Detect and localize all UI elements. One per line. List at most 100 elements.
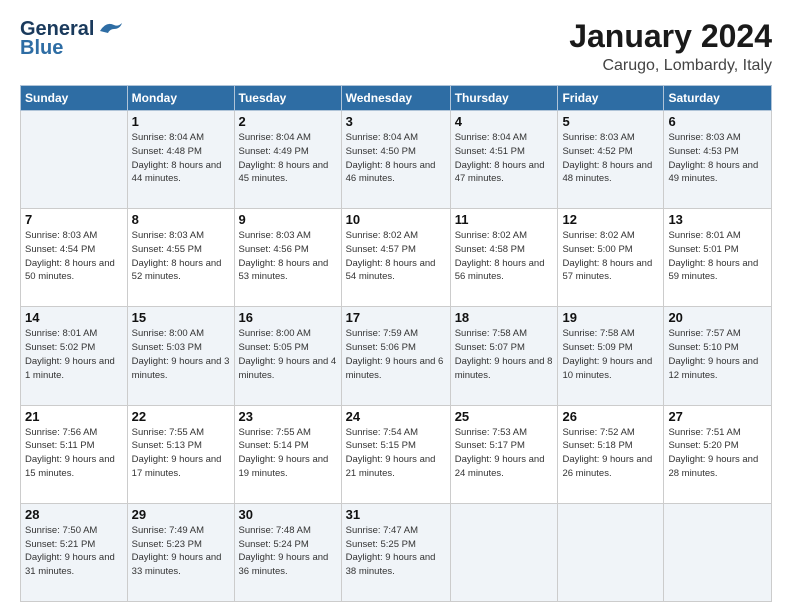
day-number: 17 bbox=[346, 310, 446, 325]
day-detail: Sunrise: 7:56 AMSunset: 5:11 PMDaylight:… bbox=[25, 426, 123, 481]
day-detail: Sunrise: 7:58 AMSunset: 5:09 PMDaylight:… bbox=[562, 327, 659, 382]
table-row: 21 Sunrise: 7:56 AMSunset: 5:11 PMDayligh… bbox=[21, 405, 128, 503]
table-row bbox=[21, 111, 128, 209]
day-number: 4 bbox=[455, 114, 554, 129]
table-row bbox=[664, 503, 772, 601]
calendar-week-row: 7Sunrise: 8:03 AMSunset: 4:54 PMDaylight… bbox=[21, 209, 772, 307]
logo-blue: Blue bbox=[20, 37, 63, 60]
table-row: 22Sunrise: 7:55 AMSunset: 5:13 PMDayligh… bbox=[127, 405, 234, 503]
day-number: 14 bbox=[25, 310, 123, 325]
table-row: 18 Sunrise: 7:58 AMSunset: 5:07 PMDayligh… bbox=[450, 307, 558, 405]
table-row: 28Sunrise: 7:50 AMSunset: 5:21 PMDayligh… bbox=[21, 503, 128, 601]
day-number: 16 bbox=[239, 310, 337, 325]
day-number: 10 bbox=[346, 212, 446, 227]
page-subtitle: Carugo, Lombardy, Italy bbox=[569, 57, 772, 75]
day-number: 5 bbox=[562, 114, 659, 129]
day-number: 24 bbox=[346, 409, 446, 424]
table-row: 19 Sunrise: 7:58 AMSunset: 5:09 PMDayligh… bbox=[558, 307, 664, 405]
table-row: 6Sunrise: 8:03 AMSunset: 4:53 PMDaylight… bbox=[664, 111, 772, 209]
day-number: 2 bbox=[239, 114, 337, 129]
table-row: 4 Sunrise: 8:04 AMSunset: 4:51 PMDaylight… bbox=[450, 111, 558, 209]
day-detail: Sunrise: 8:01 AMSunset: 5:01 PMDaylight:… bbox=[668, 229, 767, 284]
weekday-header-row: Sunday Monday Tuesday Wednesday Thursday… bbox=[21, 86, 772, 111]
header: General Blue January 2024 Carugo, Lombar… bbox=[20, 18, 772, 75]
day-number: 21 bbox=[25, 409, 123, 424]
day-detail: Sunrise: 7:53 AMSunset: 5:17 PMDaylight:… bbox=[455, 426, 554, 481]
day-number: 27 bbox=[668, 409, 767, 424]
table-row: 17 Sunrise: 7:59 AMSunset: 5:06 PMDayligh… bbox=[341, 307, 450, 405]
header-friday: Friday bbox=[558, 86, 664, 111]
day-detail: Sunrise: 8:04 AMSunset: 4:51 PMDaylight:… bbox=[455, 131, 554, 186]
day-number: 31 bbox=[346, 507, 446, 522]
table-row: 7Sunrise: 8:03 AMSunset: 4:54 PMDaylight… bbox=[21, 209, 128, 307]
day-number: 19 bbox=[562, 310, 659, 325]
day-number: 3 bbox=[346, 114, 446, 129]
day-detail: Sunrise: 7:48 AMSunset: 5:24 PMDaylight:… bbox=[239, 524, 337, 579]
day-detail: Sunrise: 7:49 AMSunset: 5:23 PMDaylight:… bbox=[132, 524, 230, 579]
day-detail: Sunrise: 8:03 AMSunset: 4:55 PMDaylight:… bbox=[132, 229, 230, 284]
table-row: 27 Sunrise: 7:51 AMSunset: 5:20 PMDayligh… bbox=[664, 405, 772, 503]
day-detail: Sunrise: 8:01 AMSunset: 5:02 PMDaylight:… bbox=[25, 327, 123, 382]
table-row bbox=[558, 503, 664, 601]
day-number: 18 bbox=[455, 310, 554, 325]
day-detail: Sunrise: 8:04 AMSunset: 4:48 PMDaylight:… bbox=[132, 131, 230, 186]
calendar-week-row: 28Sunrise: 7:50 AMSunset: 5:21 PMDayligh… bbox=[21, 503, 772, 601]
table-row: 26 Sunrise: 7:52 AMSunset: 5:18 PMDayligh… bbox=[558, 405, 664, 503]
table-row: 24 Sunrise: 7:54 AMSunset: 5:15 PMDayligh… bbox=[341, 405, 450, 503]
calendar-page: General Blue January 2024 Carugo, Lombar… bbox=[0, 0, 792, 612]
title-block: January 2024 Carugo, Lombardy, Italy bbox=[569, 18, 772, 75]
day-detail: Sunrise: 8:04 AMSunset: 4:49 PMDaylight:… bbox=[239, 131, 337, 186]
logo: General Blue bbox=[20, 18, 124, 60]
day-detail: Sunrise: 8:02 AMSunset: 4:57 PMDaylight:… bbox=[346, 229, 446, 284]
day-number: 15 bbox=[132, 310, 230, 325]
table-row: 20 Sunrise: 7:57 AMSunset: 5:10 PMDayligh… bbox=[664, 307, 772, 405]
table-row: 10 Sunrise: 8:02 AMSunset: 4:57 PMDayligh… bbox=[341, 209, 450, 307]
calendar-table: Sunday Monday Tuesday Wednesday Thursday… bbox=[20, 85, 772, 602]
table-row: 12 Sunrise: 8:02 AMSunset: 5:00 PMDayligh… bbox=[558, 209, 664, 307]
day-number: 26 bbox=[562, 409, 659, 424]
table-row: 1 Sunrise: 8:04 AMSunset: 4:48 PMDaylight… bbox=[127, 111, 234, 209]
day-detail: Sunrise: 7:59 AMSunset: 5:06 PMDaylight:… bbox=[346, 327, 446, 382]
table-row: 11 Sunrise: 8:02 AMSunset: 4:58 PMDayligh… bbox=[450, 209, 558, 307]
day-detail: Sunrise: 7:51 AMSunset: 5:20 PMDaylight:… bbox=[668, 426, 767, 481]
calendar-week-row: 1 Sunrise: 8:04 AMSunset: 4:48 PMDaylight… bbox=[21, 111, 772, 209]
header-thursday: Thursday bbox=[450, 86, 558, 111]
day-detail: Sunrise: 8:00 AMSunset: 5:03 PMDaylight:… bbox=[132, 327, 230, 382]
header-tuesday: Tuesday bbox=[234, 86, 341, 111]
table-row: 13Sunrise: 8:01 AMSunset: 5:01 PMDayligh… bbox=[664, 209, 772, 307]
day-detail: Sunrise: 7:55 AMSunset: 5:13 PMDaylight:… bbox=[132, 426, 230, 481]
day-detail: Sunrise: 8:03 AMSunset: 4:52 PMDaylight:… bbox=[562, 131, 659, 186]
day-number: 7 bbox=[25, 212, 123, 227]
day-number: 30 bbox=[239, 507, 337, 522]
day-number: 8 bbox=[132, 212, 230, 227]
day-detail: Sunrise: 7:50 AMSunset: 5:21 PMDaylight:… bbox=[25, 524, 123, 579]
day-detail: Sunrise: 8:02 AMSunset: 5:00 PMDaylight:… bbox=[562, 229, 659, 284]
day-number: 23 bbox=[239, 409, 337, 424]
day-detail: Sunrise: 7:47 AMSunset: 5:25 PMDaylight:… bbox=[346, 524, 446, 579]
day-number: 12 bbox=[562, 212, 659, 227]
day-number: 1 bbox=[132, 114, 230, 129]
table-row: 2 Sunrise: 8:04 AMSunset: 4:49 PMDaylight… bbox=[234, 111, 341, 209]
day-detail: Sunrise: 8:04 AMSunset: 4:50 PMDaylight:… bbox=[346, 131, 446, 186]
day-detail: Sunrise: 7:54 AMSunset: 5:15 PMDaylight:… bbox=[346, 426, 446, 481]
page-title: January 2024 bbox=[569, 18, 772, 55]
table-row: 30 Sunrise: 7:48 AMSunset: 5:24 PMDayligh… bbox=[234, 503, 341, 601]
table-row: 23 Sunrise: 7:55 AMSunset: 5:14 PMDayligh… bbox=[234, 405, 341, 503]
day-detail: Sunrise: 7:57 AMSunset: 5:10 PMDaylight:… bbox=[668, 327, 767, 382]
header-monday: Monday bbox=[127, 86, 234, 111]
day-number: 20 bbox=[668, 310, 767, 325]
day-detail: Sunrise: 8:03 AMSunset: 4:53 PMDaylight:… bbox=[668, 131, 767, 186]
day-detail: Sunrise: 7:55 AMSunset: 5:14 PMDaylight:… bbox=[239, 426, 337, 481]
table-row: 29 Sunrise: 7:49 AMSunset: 5:23 PMDayligh… bbox=[127, 503, 234, 601]
day-number: 11 bbox=[455, 212, 554, 227]
day-detail: Sunrise: 8:02 AMSunset: 4:58 PMDaylight:… bbox=[455, 229, 554, 284]
table-row: 31 Sunrise: 7:47 AMSunset: 5:25 PMDayligh… bbox=[341, 503, 450, 601]
header-saturday: Saturday bbox=[664, 86, 772, 111]
day-number: 29 bbox=[132, 507, 230, 522]
day-number: 9 bbox=[239, 212, 337, 227]
day-detail: Sunrise: 7:52 AMSunset: 5:18 PMDaylight:… bbox=[562, 426, 659, 481]
table-row: 25Sunrise: 7:53 AMSunset: 5:17 PMDayligh… bbox=[450, 405, 558, 503]
table-row: 8 Sunrise: 8:03 AMSunset: 4:55 PMDaylight… bbox=[127, 209, 234, 307]
day-detail: Sunrise: 7:58 AMSunset: 5:07 PMDaylight:… bbox=[455, 327, 554, 382]
table-row: 3 Sunrise: 8:04 AMSunset: 4:50 PMDaylight… bbox=[341, 111, 450, 209]
